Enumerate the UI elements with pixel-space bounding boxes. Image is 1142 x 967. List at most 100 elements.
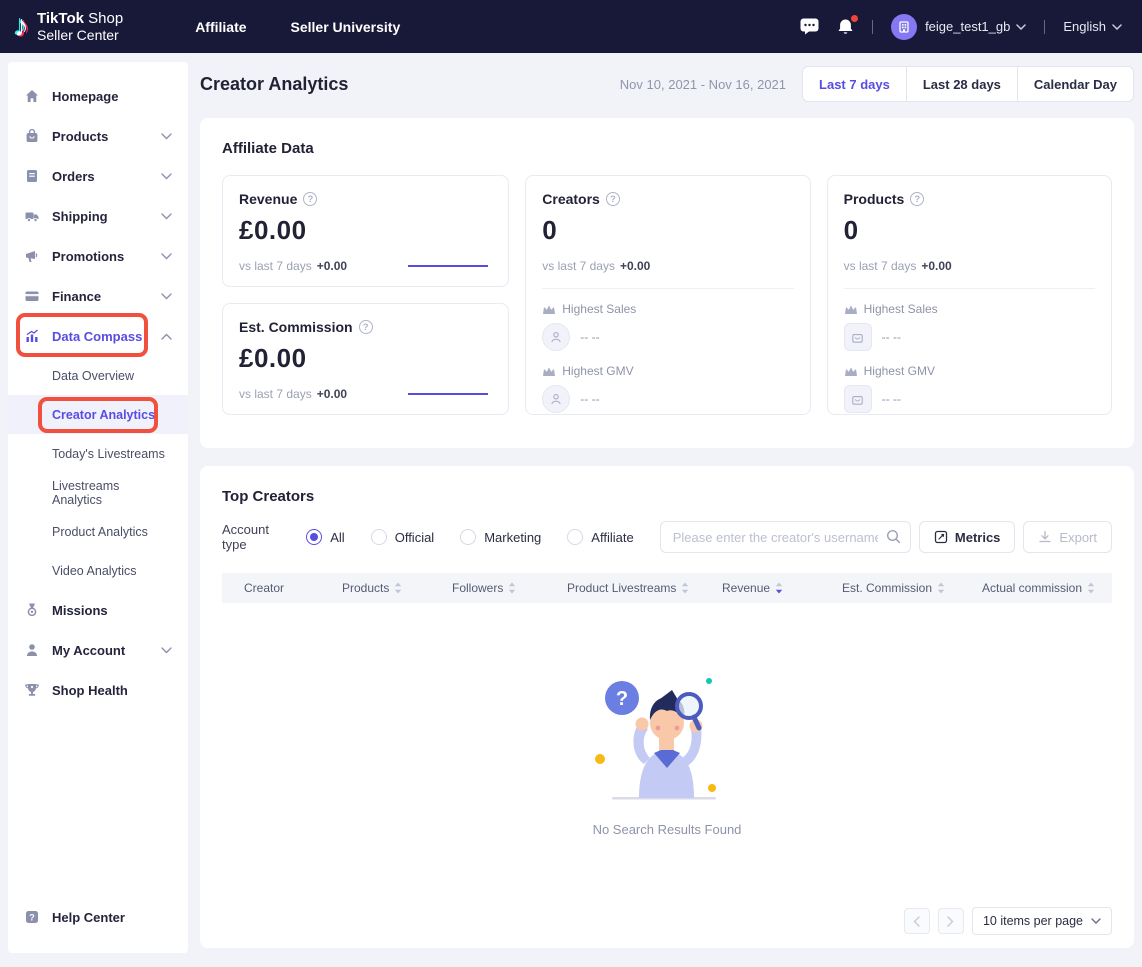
sidebar-subitem-video-analytics[interactable]: Video Analytics bbox=[8, 551, 188, 590]
creators-help-icon[interactable]: ? bbox=[606, 192, 620, 206]
column-est-commission[interactable]: Est. Commission bbox=[820, 581, 960, 595]
nav-affiliate[interactable]: Affiliate bbox=[195, 19, 246, 35]
sidebar-subitem-livestreams-analytics[interactable]: Livestreams Analytics bbox=[8, 473, 188, 512]
creator-avatar-placeholder bbox=[542, 385, 570, 413]
creator-avatar-placeholder bbox=[542, 323, 570, 351]
column-products[interactable]: Products bbox=[320, 581, 430, 595]
sidebar-subitem-creator-analytics[interactable]: Creator Analytics bbox=[8, 395, 188, 434]
topbar-divider bbox=[1044, 20, 1045, 34]
username-label: feige_test1_gb bbox=[925, 19, 1026, 34]
column-actual-commission[interactable]: Actual commission bbox=[960, 581, 1112, 595]
column-product-livestreams[interactable]: Product Livestreams bbox=[545, 581, 700, 595]
revenue-help-icon[interactable]: ? bbox=[303, 192, 317, 206]
edit-icon bbox=[934, 530, 948, 544]
revenue-delta: +0.00 bbox=[317, 259, 347, 273]
person-icon bbox=[24, 642, 40, 658]
sidebar-item-help-center[interactable]: ? Help Center bbox=[8, 897, 188, 937]
tiktok-shop-logo[interactable]: ♪ TikTok Shop Seller Center bbox=[14, 10, 123, 43]
products-delta: +0.00 bbox=[921, 259, 951, 273]
account-menu[interactable]: feige_test1_gb bbox=[891, 14, 1026, 40]
sidebar-item-missions[interactable]: Missions bbox=[8, 590, 188, 630]
megaphone-icon bbox=[24, 248, 40, 264]
last-7-days-button[interactable]: Last 7 days bbox=[802, 66, 907, 102]
metrics-button[interactable]: Metrics bbox=[919, 521, 1016, 553]
affiliate-data-panel: Affiliate Data Revenue? £0.00 vs last 7 … bbox=[200, 118, 1134, 448]
sidebar-subitem-product-analytics[interactable]: Product Analytics bbox=[8, 512, 188, 551]
nav-seller-university[interactable]: Seller University bbox=[291, 19, 401, 35]
chevron-up-icon bbox=[161, 333, 172, 340]
creators-label: Creators bbox=[542, 191, 600, 207]
date-range-label: Nov 10, 2021 - Nov 16, 2021 bbox=[620, 77, 786, 92]
brand-shop: Shop bbox=[88, 10, 123, 27]
messages-icon[interactable] bbox=[800, 18, 819, 35]
person-icon bbox=[549, 330, 563, 344]
topbar-divider bbox=[872, 20, 873, 34]
chevron-down-icon bbox=[161, 213, 172, 220]
creator-search-input[interactable] bbox=[660, 521, 911, 553]
sidebar-item-my-account[interactable]: My Account bbox=[8, 630, 188, 670]
bag-icon bbox=[851, 393, 864, 406]
search-icon[interactable] bbox=[886, 529, 901, 549]
sidebar: Homepage Products Orders Shipping Promot… bbox=[8, 62, 188, 953]
sort-icon-desc-active bbox=[775, 582, 783, 594]
creators-card: Creators? 0 vs last 7 days +0.00 Highest… bbox=[525, 175, 810, 415]
chevron-right-icon bbox=[947, 916, 954, 927]
next-page-button[interactable] bbox=[938, 908, 964, 934]
sidebar-item-finance[interactable]: Finance bbox=[8, 276, 188, 316]
sidebar-subitem-todays-livestreams[interactable]: Today's Livestreams bbox=[8, 434, 188, 473]
chevron-down-icon bbox=[161, 293, 172, 300]
chevron-down-icon bbox=[161, 647, 172, 654]
svg-text:?: ? bbox=[616, 688, 628, 710]
last-28-days-button[interactable]: Last 28 days bbox=[906, 66, 1018, 102]
sidebar-item-shipping[interactable]: Shipping bbox=[8, 196, 188, 236]
export-button[interactable]: Export bbox=[1023, 521, 1112, 553]
account-type-radio-affiliate[interactable]: Affiliate bbox=[567, 529, 633, 545]
sidebar-item-data-compass[interactable]: Data Compass bbox=[8, 316, 188, 356]
download-icon bbox=[1038, 530, 1052, 544]
bag-icon bbox=[24, 128, 40, 144]
account-type-radio-all[interactable]: All bbox=[306, 529, 344, 545]
medal-icon bbox=[24, 602, 40, 618]
svg-text:?: ? bbox=[29, 912, 35, 922]
est-commission-delta: +0.00 bbox=[317, 387, 347, 401]
person-icon bbox=[549, 392, 563, 406]
sidebar-item-homepage[interactable]: Homepage bbox=[8, 76, 188, 116]
column-revenue[interactable]: Revenue bbox=[700, 581, 820, 595]
sidebar-item-shop-health[interactable]: Shop Health bbox=[8, 670, 188, 710]
product-image-placeholder bbox=[844, 385, 872, 413]
sidebar-subitem-data-overview[interactable]: Data Overview bbox=[8, 356, 188, 395]
est-commission-help-icon[interactable]: ? bbox=[359, 320, 373, 334]
empty-illustration: ? bbox=[592, 668, 742, 808]
brand-bold: TikTok bbox=[37, 10, 84, 27]
crown-icon bbox=[844, 366, 858, 377]
creators-value: 0 bbox=[542, 215, 793, 246]
creators-table-header: Creator Products Followers Product Lives… bbox=[222, 573, 1112, 603]
est-commission-value: £0.00 bbox=[239, 343, 492, 374]
chevron-down-icon bbox=[1091, 918, 1101, 924]
notifications-bell-icon[interactable] bbox=[837, 18, 854, 36]
truck-icon bbox=[24, 208, 40, 224]
sort-icon bbox=[394, 582, 402, 594]
products-help-icon[interactable]: ? bbox=[910, 192, 924, 206]
trophy-icon bbox=[24, 682, 40, 698]
account-type-radio-marketing[interactable]: Marketing bbox=[460, 529, 541, 545]
account-type-radio-official[interactable]: Official bbox=[371, 529, 435, 545]
empty-state-text: No Search Results Found bbox=[593, 822, 742, 837]
crown-icon bbox=[844, 304, 858, 315]
pagination: 10 items per page bbox=[222, 907, 1112, 935]
language-selector[interactable]: English bbox=[1063, 19, 1122, 34]
products-label: Products bbox=[844, 191, 905, 207]
prev-page-button[interactable] bbox=[904, 908, 930, 934]
revenue-value: £0.00 bbox=[239, 215, 492, 246]
crown-icon bbox=[542, 304, 556, 315]
bar-chart-icon bbox=[24, 328, 40, 344]
revenue-sparkline bbox=[408, 265, 488, 267]
sort-icon bbox=[1087, 582, 1095, 594]
items-per-page-dropdown[interactable]: 10 items per page bbox=[972, 907, 1112, 935]
column-followers[interactable]: Followers bbox=[430, 581, 545, 595]
date-range-button-group: Last 7 days Last 28 days Calendar Day bbox=[802, 66, 1134, 102]
calendar-day-button[interactable]: Calendar Day bbox=[1017, 66, 1134, 102]
sidebar-item-orders[interactable]: Orders bbox=[8, 156, 188, 196]
sidebar-item-promotions[interactable]: Promotions bbox=[8, 236, 188, 276]
sidebar-item-products[interactable]: Products bbox=[8, 116, 188, 156]
